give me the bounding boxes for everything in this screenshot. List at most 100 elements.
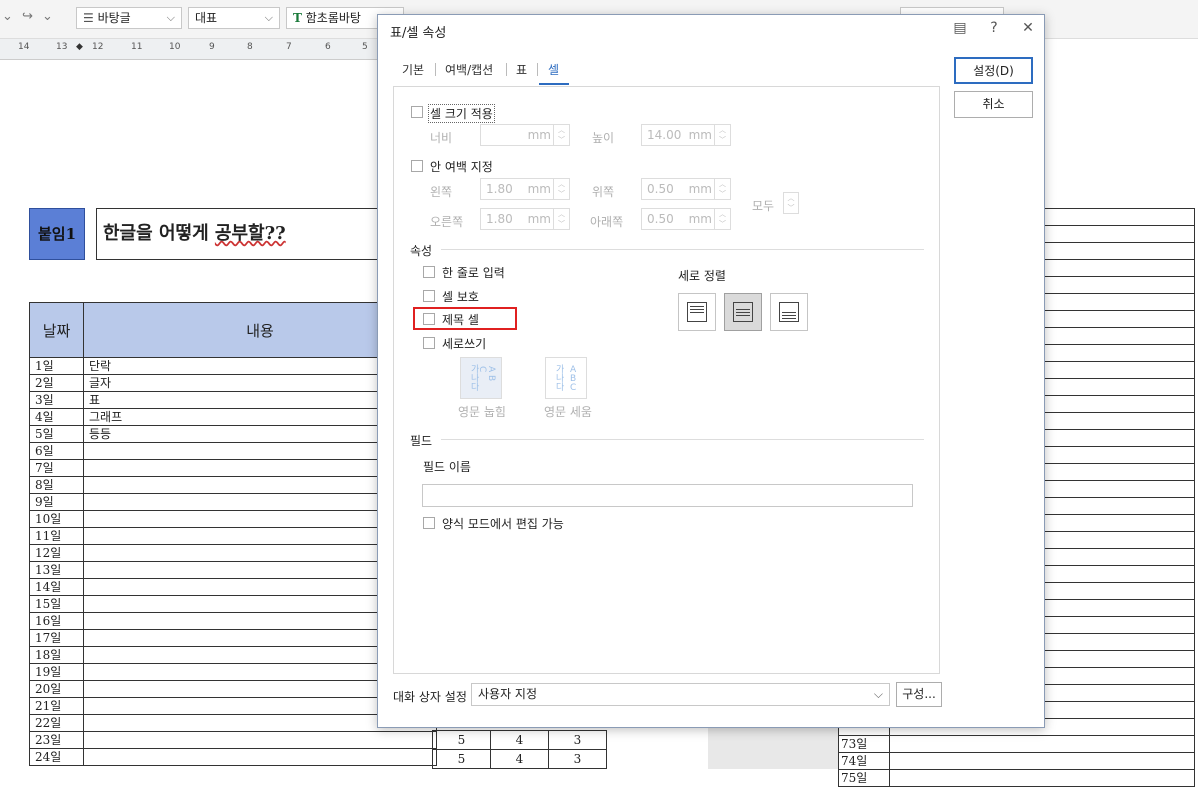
spin-arrows-icon[interactable]: ︿ ﹀: [553, 179, 569, 199]
close-icon[interactable]: ✕: [1018, 20, 1038, 36]
ruler-number: 10: [169, 42, 181, 52]
score-cell[interactable]: 4: [490, 749, 549, 769]
score-cell[interactable]: 3: [548, 730, 607, 750]
single-line-checkbox[interactable]: [423, 266, 435, 278]
date-cell[interactable]: 22일: [29, 714, 84, 732]
score-cell[interactable]: 3: [548, 749, 607, 769]
date-cell[interactable]: 13일: [29, 561, 84, 579]
date-cell[interactable]: 6일: [29, 442, 84, 460]
score-cell[interactable]: 5: [432, 730, 491, 750]
latin-upright-button[interactable]: 가나다 ABC: [545, 357, 587, 399]
tab-table[interactable]: 표: [516, 61, 527, 78]
right-padding-label: 오른쪽: [430, 215, 464, 229]
date-cell[interactable]: 10일: [29, 510, 84, 528]
table-cell-properties-dialog: 표/셀 속성 ▤ ? ✕ 기본 여백/캡션 표 셀 설정(D) 취소 셀 크기 …: [377, 14, 1045, 728]
config-button[interactable]: 구성...: [896, 682, 942, 707]
left-padding-field[interactable]: 1.80 mm ︿ ﹀: [480, 178, 570, 200]
chevron-down-icon[interactable]: ⌄: [2, 9, 13, 24]
top-padding-unit: mm: [688, 182, 712, 196]
spin-arrows-icon[interactable]: ︿ ﹀: [714, 125, 730, 145]
date-cell[interactable]: 17일: [29, 629, 84, 647]
tab-margin-caption[interactable]: 여백/캡션: [445, 61, 493, 78]
date-cell[interactable]: 15일: [29, 595, 84, 613]
spin-arrows-icon[interactable]: ︿ ﹀: [553, 209, 569, 229]
cancel-button[interactable]: 취소: [954, 91, 1033, 118]
date-cell[interactable]: 3일: [29, 391, 84, 409]
date-cell[interactable]: 75일: [838, 769, 890, 787]
spin-arrows-icon[interactable]: ︿ ﹀: [553, 125, 569, 145]
bottom-padding-field[interactable]: 0.50 mm ︿ ﹀: [641, 208, 731, 230]
tab-basic[interactable]: 기본: [402, 61, 424, 78]
valign-middle-button[interactable]: [724, 293, 762, 331]
tab-cell[interactable]: 셀: [548, 61, 559, 78]
cell-size-checkbox[interactable]: [411, 106, 423, 118]
chevron-down-icon[interactable]: ⌄: [42, 9, 53, 24]
date-cell[interactable]: 21일: [29, 697, 84, 715]
date-cell[interactable]: 4일: [29, 408, 84, 426]
date-cell[interactable]: 12일: [29, 544, 84, 562]
ruler-indent-marker-icon[interactable]: ◆: [76, 42, 83, 52]
table-row: 1일 단락: [29, 357, 437, 375]
latin-lying-button[interactable]: 가나다 A B C: [460, 357, 502, 399]
score-cell[interactable]: 4: [490, 730, 549, 750]
date-cell[interactable]: 23일: [29, 731, 84, 749]
date-cell[interactable]: 2일: [29, 374, 84, 392]
form-edit-checkbox[interactable]: [423, 517, 435, 529]
spin-arrows-icon[interactable]: ︿ ﹀: [714, 179, 730, 199]
date-cell[interactable]: 73일: [838, 735, 890, 753]
date-cell[interactable]: 5일: [29, 425, 84, 443]
style-select[interactable]: ☰ 바탕글 ⌵: [76, 7, 182, 29]
date-cell[interactable]: 20일: [29, 680, 84, 698]
padding-checkbox[interactable]: [411, 160, 423, 172]
date-cell[interactable]: 74일: [838, 752, 890, 770]
vertical-writing-label: 세로쓰기: [442, 337, 487, 351]
date-cell[interactable]: 9일: [29, 493, 84, 511]
table-row: 6일: [29, 442, 437, 460]
redo-icon[interactable]: ↪: [22, 9, 33, 24]
valign-bottom-button[interactable]: [770, 293, 808, 331]
content-cell[interactable]: [889, 769, 1195, 787]
help-icon[interactable]: ?: [984, 20, 1004, 36]
height-field[interactable]: 14.00 mm ︿ ﹀: [641, 124, 731, 146]
width-field[interactable]: mm ︿ ﹀: [480, 124, 570, 146]
comment-icon[interactable]: ▤: [950, 20, 970, 36]
ruler-number: 6: [325, 42, 331, 52]
cell-protect-checkbox[interactable]: [423, 290, 435, 302]
content-cell[interactable]: [889, 752, 1195, 770]
field-name-input[interactable]: [422, 484, 913, 507]
ok-button[interactable]: 설정(D): [954, 57, 1033, 84]
date-cell[interactable]: 24일: [29, 748, 84, 766]
height-value: 14.00: [647, 128, 682, 142]
all-padding-spinner[interactable]: ︿ ﹀: [783, 192, 799, 214]
date-cell[interactable]: 19일: [29, 663, 84, 681]
spin-arrows-icon[interactable]: ︿ ﹀: [784, 193, 798, 213]
date-cell[interactable]: 8일: [29, 476, 84, 494]
table-row: 543: [432, 749, 607, 769]
active-tab-indicator: [539, 83, 569, 85]
date-cell[interactable]: 18일: [29, 646, 84, 664]
date-cell[interactable]: 1일: [29, 357, 84, 375]
score-cell[interactable]: 5: [432, 749, 491, 769]
horizontal-ruler[interactable]: 14 13 ◆ 12 11 10 9 8 7 6 5: [0, 39, 380, 60]
table-row: 9일: [29, 493, 437, 511]
dialog-preset-select[interactable]: 사용자 지정 ⌵: [471, 683, 890, 706]
date-cell[interactable]: 14일: [29, 578, 84, 596]
vertical-writing-checkbox[interactable]: [423, 337, 435, 349]
valign-top-button[interactable]: [678, 293, 716, 331]
content-cell[interactable]: [83, 748, 437, 766]
date-cell[interactable]: 16일: [29, 612, 84, 630]
top-padding-value: 0.50: [647, 182, 674, 196]
attachment-badge: 붙임1: [29, 208, 85, 260]
date-cell[interactable]: 11일: [29, 527, 84, 545]
spin-arrows-icon[interactable]: ︿ ﹀: [714, 209, 730, 229]
content-cell[interactable]: [83, 731, 437, 749]
top-padding-field[interactable]: 0.50 mm ︿ ﹀: [641, 178, 731, 200]
font-language-select[interactable]: 대표 ⌵: [188, 7, 280, 29]
tab-separator: [435, 63, 436, 76]
right-padding-field[interactable]: 1.80 mm ︿ ﹀: [480, 208, 570, 230]
font-icon: T: [293, 11, 302, 25]
content-cell[interactable]: [889, 735, 1195, 753]
latin-sample: ABC: [570, 366, 576, 393]
header-cell-checkbox[interactable]: [423, 313, 435, 325]
date-cell[interactable]: 7일: [29, 459, 84, 477]
